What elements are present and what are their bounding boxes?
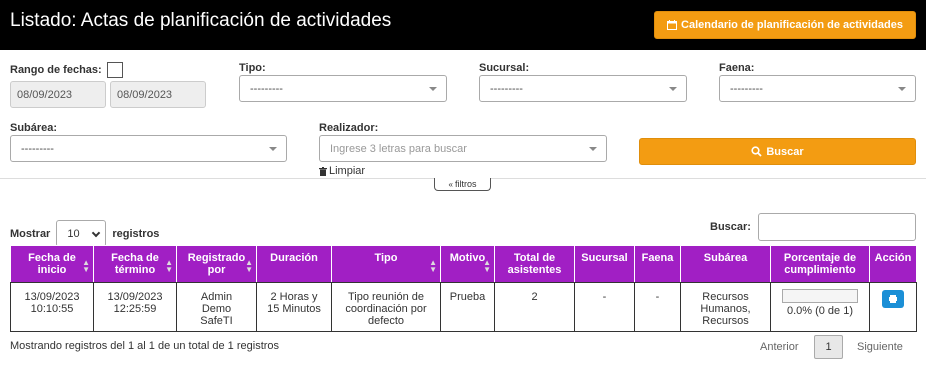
trash-icon bbox=[319, 166, 327, 176]
sort-icon: ▲ ▼ bbox=[429, 258, 437, 274]
col-label: Sucursal bbox=[581, 252, 628, 264]
col-faena: Faena bbox=[634, 245, 681, 283]
col-total-asistentes: Total de asistentes bbox=[494, 245, 575, 283]
records-label: registros bbox=[112, 227, 160, 240]
realizador-select[interactable]: Ingrese 3 letras para buscar bbox=[319, 135, 607, 162]
table-row: 13/09/2023 10:10:55 13/09/2023 12:25:59 … bbox=[10, 282, 917, 332]
calendar-button[interactable]: Calendario de planificación de actividad… bbox=[654, 11, 916, 39]
cell-tipo: Tipo reunión de coordinación por defecto bbox=[331, 282, 441, 332]
page-length-value: 10 bbox=[67, 227, 80, 240]
col-label: Acción bbox=[874, 252, 912, 264]
sucursal-select[interactable]: --------- bbox=[479, 75, 687, 102]
top-bar: Listado: Actas de planificación de activ… bbox=[0, 0, 926, 50]
cell-subarea: Recursos Humanos, Recursos bbox=[680, 282, 771, 332]
date-range-label: Rango de fechas: bbox=[10, 64, 102, 76]
compliance-progress-bar bbox=[782, 289, 858, 303]
col-label: Duración bbox=[270, 252, 318, 264]
page-length-select[interactable]: 10 bbox=[56, 220, 107, 247]
print-icon bbox=[889, 295, 897, 303]
col-accion: Acción bbox=[869, 245, 917, 283]
page-title: Listado: Actas de planificación de activ… bbox=[10, 10, 392, 31]
toggle-filters-button[interactable]: « filtros bbox=[434, 178, 491, 191]
chevron-down-icon bbox=[589, 147, 597, 151]
date-to-input[interactable]: 08/09/2023 bbox=[110, 81, 206, 108]
chevron-down-icon bbox=[429, 87, 437, 91]
cell-motivo: Prueba bbox=[440, 282, 495, 332]
clear-link[interactable]: Limpiar bbox=[319, 165, 365, 177]
sucursal-select-value: --------- bbox=[490, 82, 523, 95]
table-search-input[interactable] bbox=[758, 213, 916, 241]
col-motivo[interactable]: Motivo ▲ ▼ bbox=[440, 245, 495, 283]
pagination-next[interactable]: Siguiente bbox=[857, 341, 903, 353]
date-from-input[interactable]: 08/09/2023 bbox=[10, 81, 106, 108]
col-label: Motivo bbox=[449, 252, 486, 264]
calendar-button-label: Calendario de planificación de actividad… bbox=[681, 19, 903, 31]
cell-fecha-termino: 13/09/2023 12:25:59 bbox=[93, 282, 177, 332]
cell-cumplimiento: 0.0% (0 de 1) bbox=[770, 282, 870, 332]
subarea-select-value: --------- bbox=[21, 142, 54, 155]
cell-faena: - bbox=[634, 282, 681, 332]
cell-registrado-por: Admin Demo SafeTI bbox=[176, 282, 257, 332]
cell-duracion: 2 Horas y 15 Minutos bbox=[256, 282, 332, 332]
show-label: Mostrar bbox=[10, 227, 51, 240]
faena-select[interactable]: --------- bbox=[719, 75, 916, 102]
sort-icon: ▲ ▼ bbox=[82, 258, 90, 274]
col-label: Fecha de término bbox=[111, 252, 159, 276]
col-duracion: Duración bbox=[256, 245, 332, 283]
sort-icon: ▲ ▼ bbox=[245, 258, 253, 274]
faena-label: Faena: bbox=[719, 62, 755, 74]
date-range-checkbox[interactable] bbox=[107, 62, 123, 78]
pagination-page-1[interactable]: 1 bbox=[814, 335, 843, 359]
col-label: Fecha de inicio bbox=[28, 252, 76, 276]
col-sucursal: Sucursal bbox=[574, 245, 635, 283]
sort-icon: ▲ ▼ bbox=[165, 258, 173, 274]
col-subarea: Subárea bbox=[680, 245, 771, 283]
cell-sucursal: - bbox=[574, 282, 635, 332]
col-label: Faena bbox=[641, 252, 674, 264]
faena-select-value: --------- bbox=[730, 82, 763, 95]
sort-icon: ▲ ▼ bbox=[483, 258, 491, 274]
col-cumplimiento: Porcentaje de cumplimiento bbox=[770, 245, 870, 283]
cell-total-asistentes: 2 bbox=[494, 282, 575, 332]
col-label: Tipo bbox=[374, 252, 398, 264]
chevron-down-icon bbox=[92, 228, 101, 238]
col-label: Total de asistentes bbox=[507, 252, 562, 276]
pagination-previous[interactable]: Anterior bbox=[760, 341, 799, 353]
tipo-select[interactable]: --------- bbox=[239, 75, 447, 102]
calendar-icon bbox=[667, 20, 678, 30]
chevron-down-icon bbox=[898, 87, 906, 91]
chevron-down-icon bbox=[269, 147, 277, 151]
search-button[interactable]: Buscar bbox=[639, 138, 916, 165]
double-chevron-up-icon: « bbox=[448, 179, 453, 189]
col-label: Registrado por bbox=[187, 252, 246, 276]
col-fecha-inicio[interactable]: Fecha de inicio ▲ ▼ bbox=[10, 245, 94, 283]
page-length-control: Mostrar 10 registros bbox=[10, 220, 159, 247]
subarea-select[interactable]: --------- bbox=[10, 135, 287, 162]
realizador-placeholder: Ingrese 3 letras para buscar bbox=[330, 142, 467, 155]
compliance-text: 0.0% (0 de 1) bbox=[786, 305, 854, 317]
actas-table: Fecha de inicio ▲ ▼ Fecha de término ▲ ▼ Reg… bbox=[10, 245, 917, 332]
table-header-row: Fecha de inicio ▲ ▼ Fecha de término ▲ ▼ Reg… bbox=[10, 245, 917, 283]
tipo-label: Tipo: bbox=[239, 62, 266, 74]
col-label: Subárea bbox=[703, 252, 748, 264]
cell-accion bbox=[869, 282, 917, 332]
col-registrado-por[interactable]: Registrado por ▲ ▼ bbox=[176, 245, 257, 283]
search-button-label: Buscar bbox=[766, 145, 804, 158]
cell-fecha-inicio: 13/09/2023 10:10:55 bbox=[10, 282, 94, 332]
search-icon bbox=[751, 146, 762, 157]
realizador-label: Realizador: bbox=[319, 122, 379, 134]
col-fecha-termino[interactable]: Fecha de término ▲ ▼ bbox=[93, 245, 177, 283]
sucursal-label: Sucursal: bbox=[479, 62, 530, 74]
chevron-down-icon bbox=[669, 87, 677, 91]
tipo-select-value: --------- bbox=[250, 82, 283, 95]
table-search-label: Buscar: bbox=[710, 221, 751, 233]
clear-link-label: Limpiar bbox=[329, 165, 366, 177]
col-tipo[interactable]: Tipo ▲ ▼ bbox=[331, 245, 441, 283]
col-label: Porcentaje de cumplimiento bbox=[783, 252, 857, 276]
print-button[interactable] bbox=[882, 290, 904, 308]
toggle-filters-label: filtros bbox=[454, 179, 477, 189]
subarea-label: Subárea: bbox=[10, 122, 58, 134]
table-info: Mostrando registros del 1 al 1 de un tot… bbox=[10, 340, 280, 352]
